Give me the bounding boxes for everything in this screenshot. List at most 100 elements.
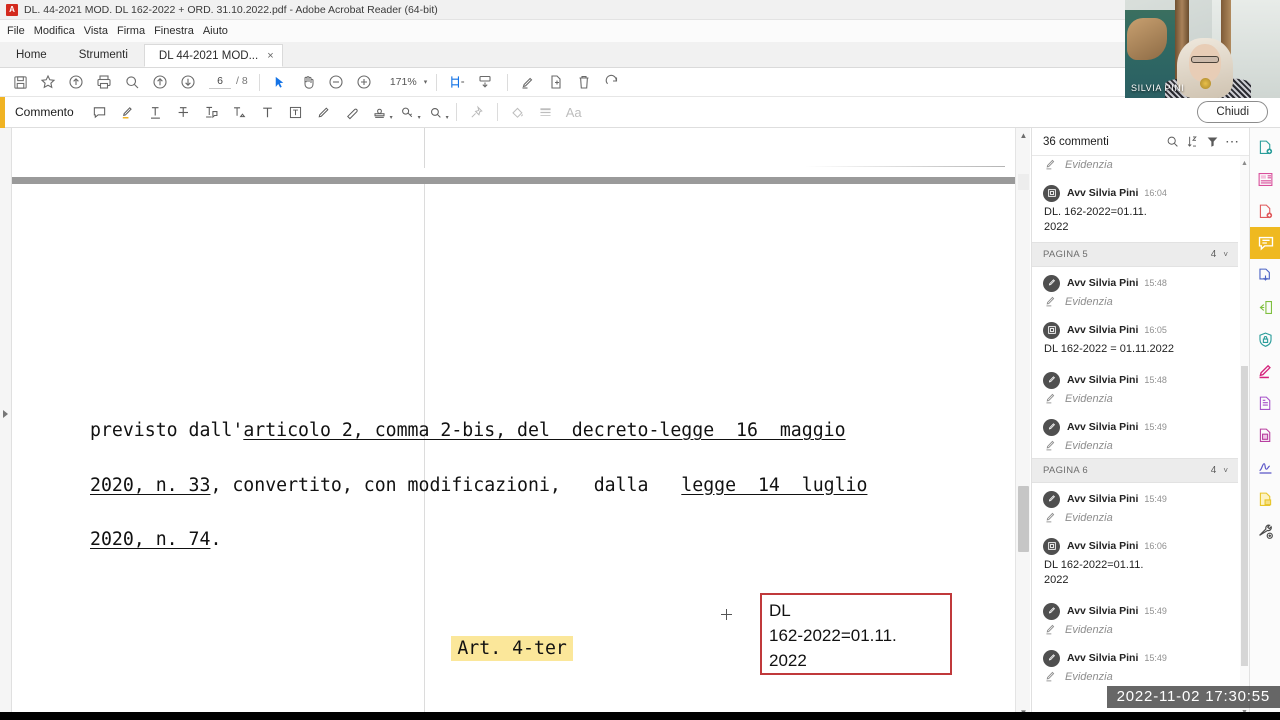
highlight-pen-icon[interactable] — [515, 70, 541, 94]
page-number-box[interactable]: 6 / 8 — [209, 75, 248, 89]
close-comment-toolbar-button[interactable]: Chiudi — [1197, 101, 1268, 123]
list-item[interactable]: Avv Silvia Pini 15:49 Evidenzia — [1032, 595, 1238, 642]
signature-icon[interactable] — [1250, 451, 1280, 483]
fit-page-icon[interactable]: ▾ — [444, 70, 1279, 94]
comments-list[interactable]: Evidenzia Avv Silvia Pini 16:04 DL. 162-… — [1032, 156, 1249, 720]
print-icon[interactable] — [91, 70, 117, 94]
stamp-icon[interactable]: ▾ — [366, 99, 394, 125]
comments-scrollbar[interactable]: ▲ ▼ — [1240, 156, 1249, 720]
draw-icon[interactable] — [310, 99, 338, 125]
menu-item-vista[interactable]: Vista — [84, 23, 115, 39]
star-icon[interactable] — [35, 70, 61, 94]
hand-pan-icon[interactable] — [295, 70, 321, 94]
page-current-input[interactable]: 6 — [209, 75, 231, 89]
organize-pages-icon[interactable] — [1250, 163, 1280, 195]
menu-item-firma[interactable]: Firma — [117, 23, 152, 39]
menu-bar: File Modifica Vista Firma Finestra Aiuto — [0, 20, 1280, 42]
scrollbar-thumb[interactable] — [1018, 486, 1029, 552]
font-size-icon: Aa — [565, 104, 582, 120]
list-item[interactable]: Avv Silvia Pini 15:49 Evidenzia — [1032, 411, 1238, 458]
tab-document[interactable]: DL 44-2021 MOD... × — [143, 44, 283, 67]
insert-text-icon[interactable] — [226, 99, 254, 125]
shapes-icon[interactable]: ▾ — [422, 99, 450, 125]
sticky-note-icon[interactable] — [86, 99, 114, 125]
search-icon[interactable] — [1162, 132, 1182, 152]
comment-icon[interactable] — [1250, 227, 1280, 259]
list-item[interactable]: Avv Silvia Pini 16:06 DL 162-2022=01.11.… — [1032, 530, 1238, 595]
more-options-icon[interactable]: ⋯ — [1222, 132, 1242, 152]
chevron-down-icon[interactable]: ▾ — [418, 114, 421, 121]
menu-item-finestra[interactable]: Finestra — [154, 23, 201, 39]
rotate-icon[interactable] — [599, 70, 625, 94]
list-item[interactable]: Avv Silvia Pini 15:48 Evidenzia — [1032, 267, 1238, 314]
list-item[interactable]: Avv Silvia Pini 16:05 DL 162-2022 = 01.1… — [1032, 314, 1238, 364]
annotation-note-box[interactable]: DL 162-2022=01.11. 2022 — [760, 593, 952, 675]
list-item[interactable]: Avv Silvia Pini 15:49 Evidenzia — [1032, 483, 1238, 530]
menu-item-modifica[interactable]: Modifica — [34, 23, 82, 39]
comment-action: Evidenzia — [1044, 623, 1228, 636]
chevron-down-icon[interactable]: ▾ — [424, 78, 428, 86]
strikethrough-icon[interactable] — [170, 99, 198, 125]
add-text-icon[interactable] — [254, 99, 282, 125]
list-item[interactable]: Avv Silvia Pini 16:04 DL. 162-2022=01.11… — [1032, 177, 1238, 242]
edit-pdf-icon[interactable] — [1250, 387, 1280, 419]
line-thickness-icon[interactable] — [532, 99, 560, 125]
color-fill-icon[interactable] — [504, 99, 532, 125]
upload-cloud-icon[interactable] — [63, 70, 89, 94]
create-pdf-icon[interactable] — [1250, 131, 1280, 163]
fill-sign-icon[interactable] — [1250, 355, 1280, 387]
tab-strip: Home Strumenti DL 44-2021 MOD... × — [0, 42, 1280, 68]
combine-files-icon[interactable] — [1250, 419, 1280, 451]
document-scrollbar[interactable]: ▲ ▼ — [1015, 128, 1030, 720]
share-comment-icon[interactable] — [1250, 483, 1280, 515]
scroll-mode-icon[interactable] — [472, 70, 498, 94]
menu-item-file[interactable]: File — [7, 23, 32, 39]
avatar — [1043, 418, 1060, 436]
previous-page-icon[interactable] — [147, 70, 173, 94]
zoom-level-dropdown[interactable]: 171% ▾ — [387, 76, 428, 88]
delete-icon[interactable] — [571, 70, 597, 94]
sort-az-icon[interactable] — [1182, 132, 1202, 152]
underline-icon[interactable] — [142, 99, 170, 125]
chevron-down-icon[interactable]: ˅ — [1223, 250, 1228, 259]
page-group-header-6[interactable]: PAGINA 6 4 ˅ — [1032, 458, 1238, 483]
menu-item-aiuto[interactable]: Aiuto — [203, 23, 235, 39]
comment-action-label: Evidenzia — [1065, 511, 1113, 524]
tab-home[interactable]: Home — [0, 42, 63, 67]
page-separator-bar — [12, 177, 1015, 184]
scroll-up-arrow-icon[interactable]: ▲ — [1016, 128, 1031, 143]
list-item[interactable]: Evidenzia — [1032, 158, 1238, 177]
protect-pdf-icon[interactable] — [1250, 323, 1280, 355]
comment-author-row: Avv Silvia Pini 16:05 — [1043, 320, 1228, 340]
add-pdf-icon[interactable] — [1250, 195, 1280, 227]
zoom-in-icon[interactable] — [351, 70, 377, 94]
highlighter-icon[interactable] — [114, 99, 142, 125]
sign-icon[interactable] — [543, 70, 569, 94]
text-box-icon[interactable] — [282, 99, 310, 125]
save-icon[interactable] — [7, 70, 33, 94]
compress-pdf-icon[interactable] — [1250, 291, 1280, 323]
chevron-down-icon[interactable]: ▾ — [390, 114, 393, 121]
scroll-up-arrow-icon[interactable]: ▲ — [1240, 158, 1249, 169]
export-pdf-icon[interactable] — [1250, 259, 1280, 291]
filter-icon[interactable] — [1202, 132, 1222, 152]
list-item[interactable]: Avv Silvia Pini 15:48 Evidenzia — [1032, 364, 1238, 411]
chevron-down-icon[interactable]: ˅ — [1223, 466, 1228, 475]
comments-scrollbar-thumb[interactable] — [1241, 366, 1248, 666]
page-group-header-5[interactable]: PAGINA 5 4 ˅ — [1032, 242, 1238, 267]
cursor-select-icon[interactable] — [267, 70, 293, 94]
close-icon[interactable]: × — [267, 50, 273, 62]
chevron-down-icon[interactable]: ▾ — [446, 114, 449, 121]
next-page-icon[interactable] — [175, 70, 201, 94]
search-icon[interactable] — [119, 70, 145, 94]
pin-icon[interactable] — [463, 99, 491, 125]
more-tools-icon[interactable] — [1250, 515, 1280, 547]
tab-strumenti[interactable]: Strumenti — [63, 42, 144, 67]
chevron-right-icon[interactable] — [3, 410, 8, 418]
replace-text-icon[interactable] — [198, 99, 226, 125]
document-viewport[interactable]: previsto dall'articolo 2, comma 2-bis, d… — [12, 128, 1015, 720]
zoom-out-icon[interactable] — [323, 70, 349, 94]
attach-icon[interactable]: ▾ — [394, 99, 422, 125]
list-item[interactable]: Avv Silvia Pini 15:49 Evidenzia — [1032, 642, 1238, 689]
eraser-icon[interactable] — [338, 99, 366, 125]
